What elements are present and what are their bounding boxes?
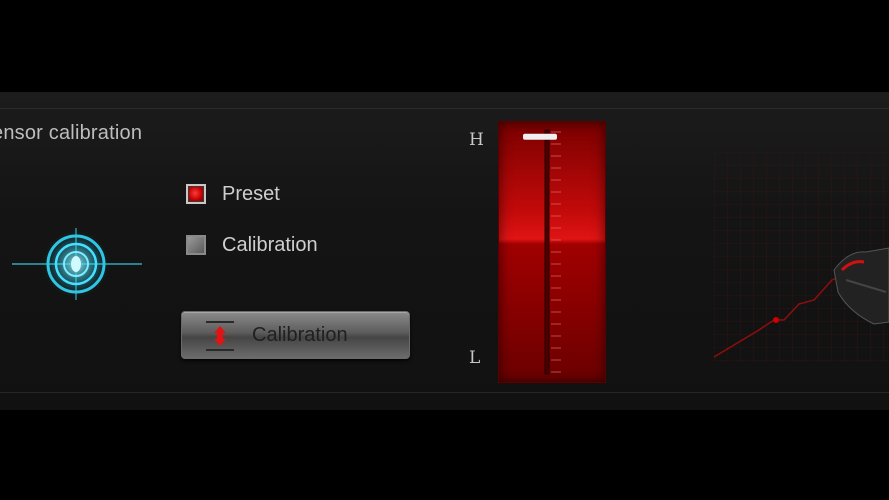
- gauge-low-label: L: [469, 348, 481, 368]
- crosshair-target-icon: [12, 228, 142, 300]
- preset-option[interactable]: Preset: [186, 181, 280, 207]
- sensor-level-gauge: [498, 121, 606, 383]
- calibration-button[interactable]: Calibration: [181, 311, 410, 359]
- panel-divider-top: [0, 108, 889, 109]
- gauge-high-label: H: [469, 130, 484, 150]
- gauge-scale: [523, 129, 561, 375]
- sensor-graph-preview: [714, 152, 889, 362]
- calibration-button-label: Calibration: [252, 324, 348, 346]
- sensor-calibration-panel: ensor calibration Preset Calibration Cal…: [0, 92, 889, 410]
- gauge-level-slider[interactable]: [523, 133, 557, 140]
- preset-option-label: Preset: [222, 182, 280, 205]
- panel-title: ensor calibration: [0, 122, 143, 144]
- preset-checkbox[interactable]: [186, 184, 206, 204]
- up-down-arrows-icon: [206, 321, 234, 351]
- panel-divider-bottom: [0, 392, 889, 393]
- calibration-option[interactable]: Calibration: [186, 232, 318, 258]
- calibration-option-label: Calibration: [222, 233, 318, 256]
- calibration-checkbox[interactable]: [186, 235, 206, 255]
